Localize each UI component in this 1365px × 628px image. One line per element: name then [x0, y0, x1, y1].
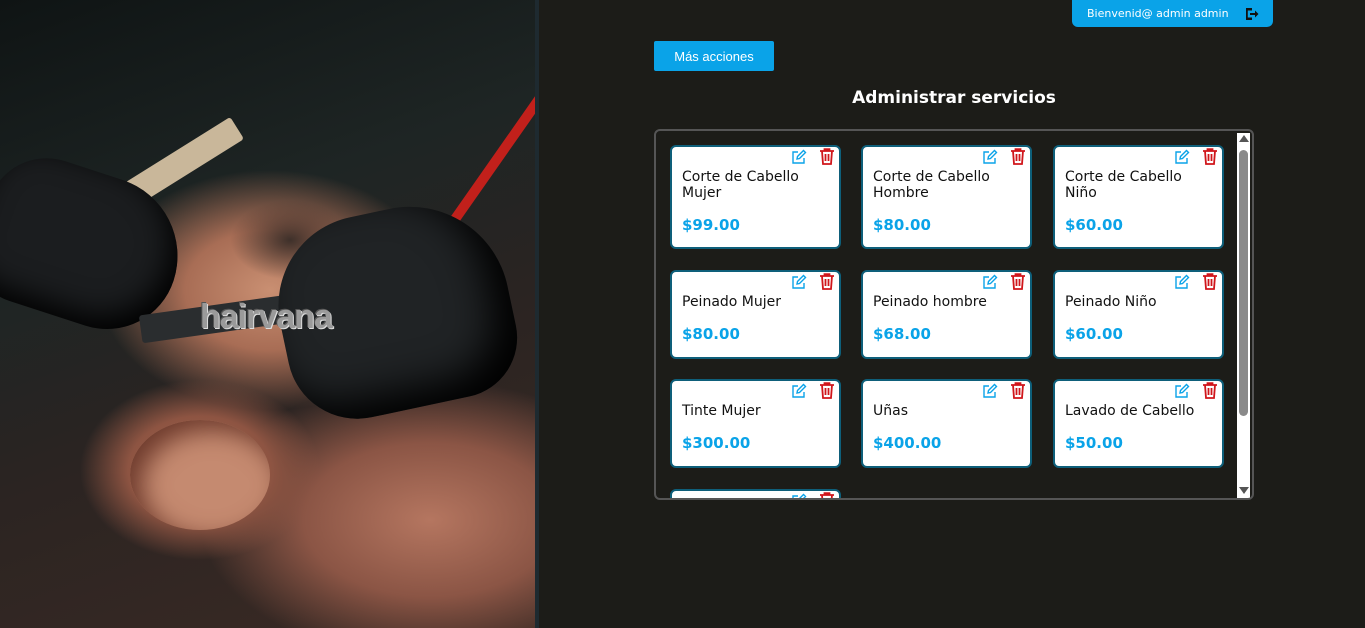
service-price: $60.00 — [1065, 216, 1123, 234]
edit-icon[interactable] — [1174, 149, 1190, 165]
edit-icon[interactable] — [1174, 383, 1190, 399]
scrollbar-thumb[interactable] — [1239, 150, 1248, 416]
more-actions-button[interactable]: Más acciones — [654, 41, 774, 71]
service-price: $60.00 — [1065, 325, 1123, 343]
delete-icon[interactable] — [1010, 382, 1026, 399]
welcome-text: Bienvenid@ admin admin — [1087, 7, 1229, 20]
edit-icon[interactable] — [982, 274, 998, 290]
service-card[interactable]: Corte de Cabello Niño $60.00 — [1053, 145, 1224, 249]
service-name: Corte de Cabello Mujer — [682, 169, 799, 201]
service-name: Lavado de Cabello — [1065, 403, 1195, 419]
service-card[interactable]: Peinado Niño $60.00 — [1053, 270, 1224, 359]
page-title: Administrar servicios — [852, 88, 1056, 108]
razor-handle-shape — [441, 74, 535, 236]
service-card[interactable]: Lavado de Cabello $50.00 — [1053, 379, 1224, 468]
service-price: $300.00 — [682, 434, 751, 452]
service-name: Corte de Cabello Hombre — [873, 169, 990, 201]
service-price: $80.00 — [873, 216, 931, 234]
delete-icon[interactable] — [819, 492, 835, 500]
hairvana-logo: hairvana — [200, 298, 333, 336]
service-card[interactable]: Uñas $400.00 — [861, 379, 1032, 468]
delete-icon[interactable] — [1010, 148, 1026, 165]
edit-icon[interactable] — [791, 493, 807, 500]
service-card[interactable]: Peinado Mujer $80.00 — [670, 270, 841, 359]
ear-shape — [130, 420, 270, 530]
service-card[interactable]: Corte de Cabello Hombre $80.00 — [861, 145, 1032, 249]
service-name: Peinado hombre — [873, 294, 987, 310]
service-price: $80.00 — [682, 325, 740, 343]
services-panel[interactable]: Corte de Cabello Mujer $99.00 Corte de Cab… — [654, 129, 1254, 500]
service-name: Tinte Mujer — [682, 403, 761, 419]
service-price: $68.00 — [873, 325, 931, 343]
service-card[interactable]: Corte de Cabello Mujer $99.00 — [670, 145, 841, 249]
edit-icon[interactable] — [791, 383, 807, 399]
delete-icon[interactable] — [819, 382, 835, 399]
delete-icon[interactable] — [1202, 148, 1218, 165]
edit-icon[interactable] — [1174, 274, 1190, 290]
service-name: Peinado Mujer — [682, 294, 782, 310]
service-name: Corte de Cabello Niño — [1065, 169, 1182, 201]
delete-icon[interactable] — [819, 273, 835, 290]
delete-icon[interactable] — [1202, 273, 1218, 290]
service-price: $99.00 — [682, 216, 740, 234]
delete-icon[interactable] — [1202, 382, 1218, 399]
edit-icon[interactable] — [791, 149, 807, 165]
panel-divider — [535, 0, 539, 628]
logout-icon[interactable] — [1243, 6, 1259, 22]
service-card[interactable]: Peinado hombre $68.00 — [861, 270, 1032, 359]
service-card[interactable]: Tinte Mujer $300.00 — [670, 379, 841, 468]
edit-icon[interactable] — [982, 383, 998, 399]
welcome-badge[interactable]: Bienvenid@ admin admin — [1072, 0, 1273, 27]
hero-image: hairvana — [0, 0, 535, 628]
service-name: Peinado Niño — [1065, 294, 1157, 310]
service-name: Uñas — [873, 403, 908, 419]
edit-icon[interactable] — [791, 274, 807, 290]
edit-icon[interactable] — [982, 149, 998, 165]
delete-icon[interactable] — [1010, 273, 1026, 290]
scroll-up-arrow-icon[interactable] — [1239, 135, 1249, 142]
service-price: $400.00 — [873, 434, 942, 452]
service-card[interactable] — [670, 489, 841, 500]
scroll-down-arrow-icon[interactable] — [1239, 487, 1249, 494]
delete-icon[interactable] — [819, 148, 835, 165]
service-price: $50.00 — [1065, 434, 1123, 452]
scrollbar[interactable] — [1237, 133, 1250, 498]
